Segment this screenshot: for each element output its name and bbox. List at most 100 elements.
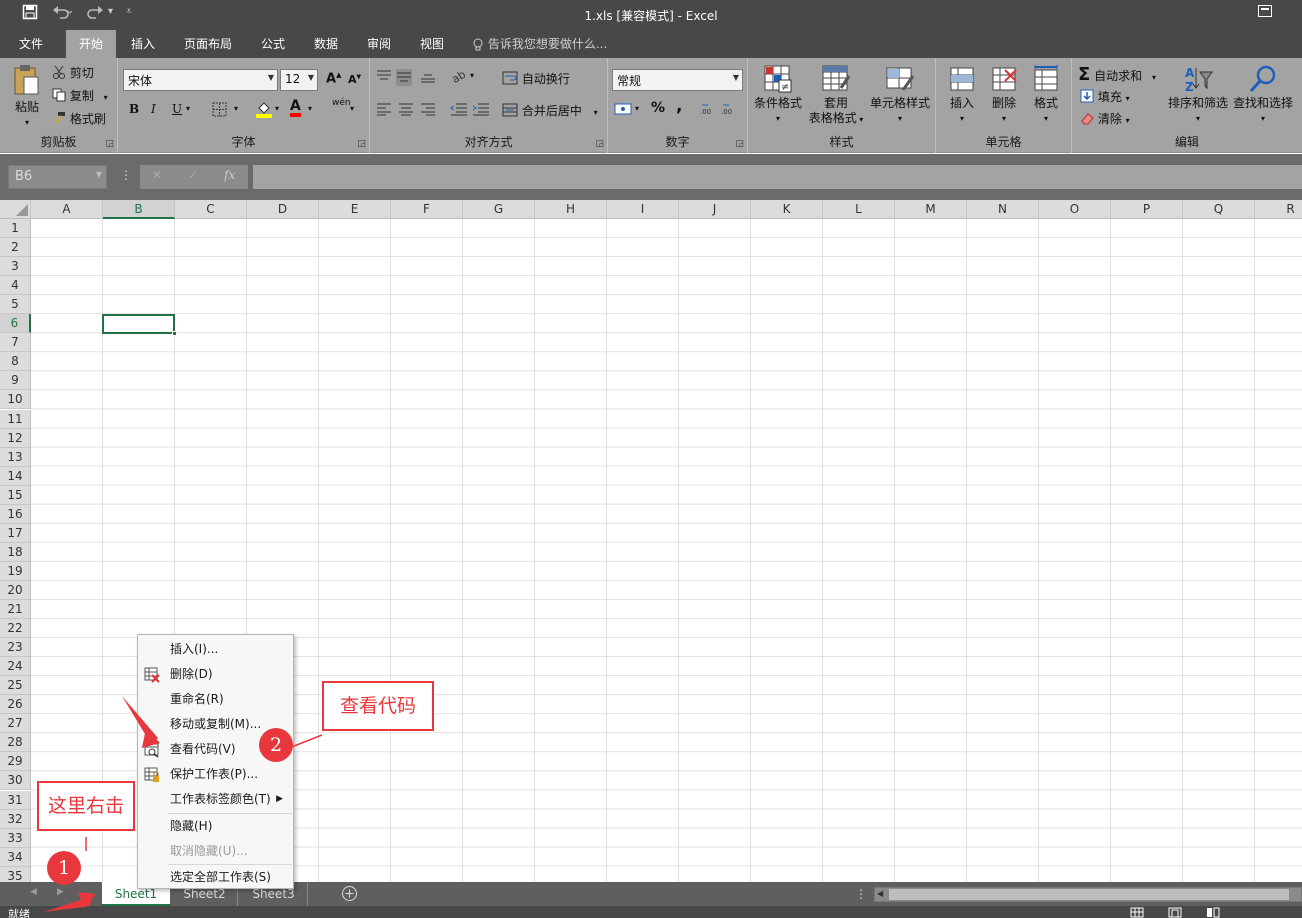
align-center-icon[interactable] bbox=[398, 102, 414, 119]
row-header[interactable]: 29 bbox=[0, 752, 31, 772]
tab-home[interactable]: 开始 bbox=[66, 30, 116, 58]
row-header[interactable]: 13 bbox=[0, 447, 31, 467]
page-layout-view-icon[interactable] bbox=[1168, 907, 1182, 918]
column-header[interactable]: L bbox=[823, 200, 895, 219]
tab-insert[interactable]: 插入 bbox=[122, 30, 164, 58]
column-header[interactable]: M bbox=[895, 200, 967, 219]
delete-cells-button[interactable]: 删除 ▾ bbox=[984, 64, 1024, 126]
font-color-icon[interactable]: A bbox=[290, 99, 301, 117]
format-as-table-button[interactable]: 套用 表格格式 ▾ bbox=[804, 64, 868, 127]
row-header[interactable]: 25 bbox=[0, 676, 31, 696]
cancel-icon[interactable]: ✕ bbox=[152, 168, 162, 182]
align-left-icon[interactable] bbox=[376, 102, 392, 119]
fill-handle[interactable] bbox=[172, 331, 177, 336]
scroll-left-icon[interactable]: ◀ bbox=[30, 887, 37, 897]
insert-cells-button[interactable]: 插入 ▾ bbox=[942, 64, 982, 126]
cell-styles-button[interactable]: 单元格样式 ▾ bbox=[868, 64, 932, 126]
tab-file[interactable]: 文件 bbox=[10, 30, 52, 58]
clear-button[interactable]: 清除 ▾ bbox=[1080, 110, 1130, 128]
row-header[interactable]: 16 bbox=[0, 504, 31, 524]
column-header[interactable]: G bbox=[463, 200, 535, 219]
grow-font-button[interactable]: A▲ bbox=[326, 71, 341, 86]
align-bottom-icon[interactable] bbox=[420, 69, 436, 86]
column-header[interactable]: J bbox=[679, 200, 751, 219]
shrink-font-button[interactable]: A▼ bbox=[348, 73, 361, 86]
increase-indent-icon[interactable] bbox=[472, 102, 490, 119]
row-header[interactable]: 31 bbox=[0, 790, 31, 810]
font-name-select[interactable]: 宋体 ▼ bbox=[123, 69, 278, 91]
menu-item-rename[interactable]: 重命名(R) bbox=[138, 688, 293, 711]
fill-color-icon[interactable] bbox=[256, 100, 272, 121]
row-header[interactable]: 22 bbox=[0, 619, 31, 639]
chevron-down-icon[interactable]: ▾ bbox=[275, 104, 279, 113]
row-header[interactable]: 35 bbox=[0, 866, 31, 882]
fill-button[interactable]: 填充 ▾ bbox=[1080, 88, 1130, 106]
name-box[interactable]: B6 ▼ bbox=[8, 165, 107, 189]
format-painter-button[interactable]: 格式刷 bbox=[52, 110, 106, 128]
row-header[interactable]: 33 bbox=[0, 828, 31, 848]
font-size-select[interactable]: 12 ▼ bbox=[280, 69, 318, 91]
selected-cell[interactable] bbox=[102, 314, 177, 336]
tab-data[interactable]: 数据 bbox=[305, 30, 347, 58]
row-header[interactable]: 5 bbox=[0, 295, 31, 315]
insert-function-icon[interactable]: fx bbox=[224, 168, 235, 182]
row-header[interactable]: 18 bbox=[0, 542, 31, 562]
row-header[interactable]: 24 bbox=[0, 657, 31, 677]
column-header[interactable]: Q bbox=[1183, 200, 1255, 219]
dialog-launcher-icon[interactable]: ◲ bbox=[735, 139, 744, 149]
horizontal-scrollbar[interactable]: ◀ bbox=[874, 887, 1302, 902]
chevron-down-icon[interactable]: ▾ bbox=[308, 104, 312, 113]
merge-center-button[interactable]: 合并后居中 ▾ bbox=[502, 102, 598, 120]
column-header[interactable]: C bbox=[175, 200, 247, 219]
column-header[interactable]: H bbox=[535, 200, 607, 219]
align-middle-icon[interactable] bbox=[396, 69, 412, 86]
more-options-icon[interactable]: ⋮ bbox=[855, 887, 867, 901]
row-header[interactable]: 20 bbox=[0, 580, 31, 600]
scroll-left-icon[interactable]: ◀ bbox=[877, 889, 883, 898]
column-header[interactable]: B bbox=[103, 200, 175, 219]
align-top-icon[interactable] bbox=[376, 69, 392, 86]
chevron-down-icon[interactable]: ▾ bbox=[234, 104, 238, 113]
row-header[interactable]: 9 bbox=[0, 371, 31, 391]
orientation-icon[interactable]: ab bbox=[450, 67, 468, 86]
dialog-launcher-icon[interactable]: ◲ bbox=[357, 139, 366, 149]
chevron-down-icon[interactable]: ▾ bbox=[635, 104, 639, 113]
borders-icon[interactable] bbox=[212, 102, 227, 120]
row-header[interactable]: 10 bbox=[0, 390, 31, 410]
decrease-indent-icon[interactable] bbox=[450, 102, 468, 119]
percent-button[interactable]: % bbox=[651, 100, 665, 116]
menu-item-delete[interactable]: 删除(D) bbox=[138, 663, 293, 686]
page-break-view-icon[interactable] bbox=[1206, 907, 1220, 918]
formula-input[interactable] bbox=[253, 165, 1302, 189]
align-right-icon[interactable] bbox=[420, 102, 436, 119]
row-header[interactable]: 14 bbox=[0, 466, 31, 486]
conditional-formatting-button[interactable]: ≠ 条件格式 ▾ bbox=[750, 64, 806, 126]
autosum-button[interactable]: Σ 自动求和 ▾ bbox=[1078, 64, 1156, 85]
find-select-button[interactable]: 查找和选择 ▾ bbox=[1230, 64, 1296, 126]
row-header[interactable]: 8 bbox=[0, 352, 31, 372]
menu-item-select-all-sheets[interactable]: 选定全部工作表(S) bbox=[138, 866, 293, 889]
chevron-down-icon[interactable]: ▼ bbox=[96, 170, 102, 179]
scroll-right-icon[interactable]: ▶ bbox=[57, 887, 64, 897]
row-header[interactable]: 26 bbox=[0, 695, 31, 715]
wrap-text-button[interactable]: 自动换行 bbox=[502, 70, 570, 88]
column-header[interactable]: O bbox=[1039, 200, 1111, 219]
column-header[interactable]: D bbox=[247, 200, 319, 219]
paste-button[interactable]: 粘贴 ▾ bbox=[8, 64, 46, 130]
menu-item-insert[interactable]: 插入(I)... bbox=[138, 638, 293, 661]
column-header[interactable]: I bbox=[607, 200, 679, 219]
column-header[interactable]: F bbox=[391, 200, 463, 219]
add-sheet-icon[interactable] bbox=[341, 885, 358, 905]
accounting-format-icon[interactable] bbox=[614, 102, 632, 119]
column-header[interactable]: K bbox=[751, 200, 823, 219]
decrease-decimal-icon[interactable]: .00 bbox=[721, 102, 739, 119]
normal-view-icon[interactable] bbox=[1130, 907, 1144, 918]
column-header[interactable]: A bbox=[31, 200, 103, 219]
tab-formulas[interactable]: 公式 bbox=[252, 30, 294, 58]
column-header[interactable]: P bbox=[1111, 200, 1183, 219]
column-header[interactable]: R bbox=[1255, 200, 1302, 219]
menu-item-protect-sheet[interactable]: 保护工作表(P)... bbox=[138, 763, 293, 786]
row-header[interactable]: 30 bbox=[0, 771, 31, 791]
column-header[interactable]: N bbox=[967, 200, 1039, 219]
sort-filter-button[interactable]: AZ 排序和筛选 ▾ bbox=[1166, 64, 1230, 126]
